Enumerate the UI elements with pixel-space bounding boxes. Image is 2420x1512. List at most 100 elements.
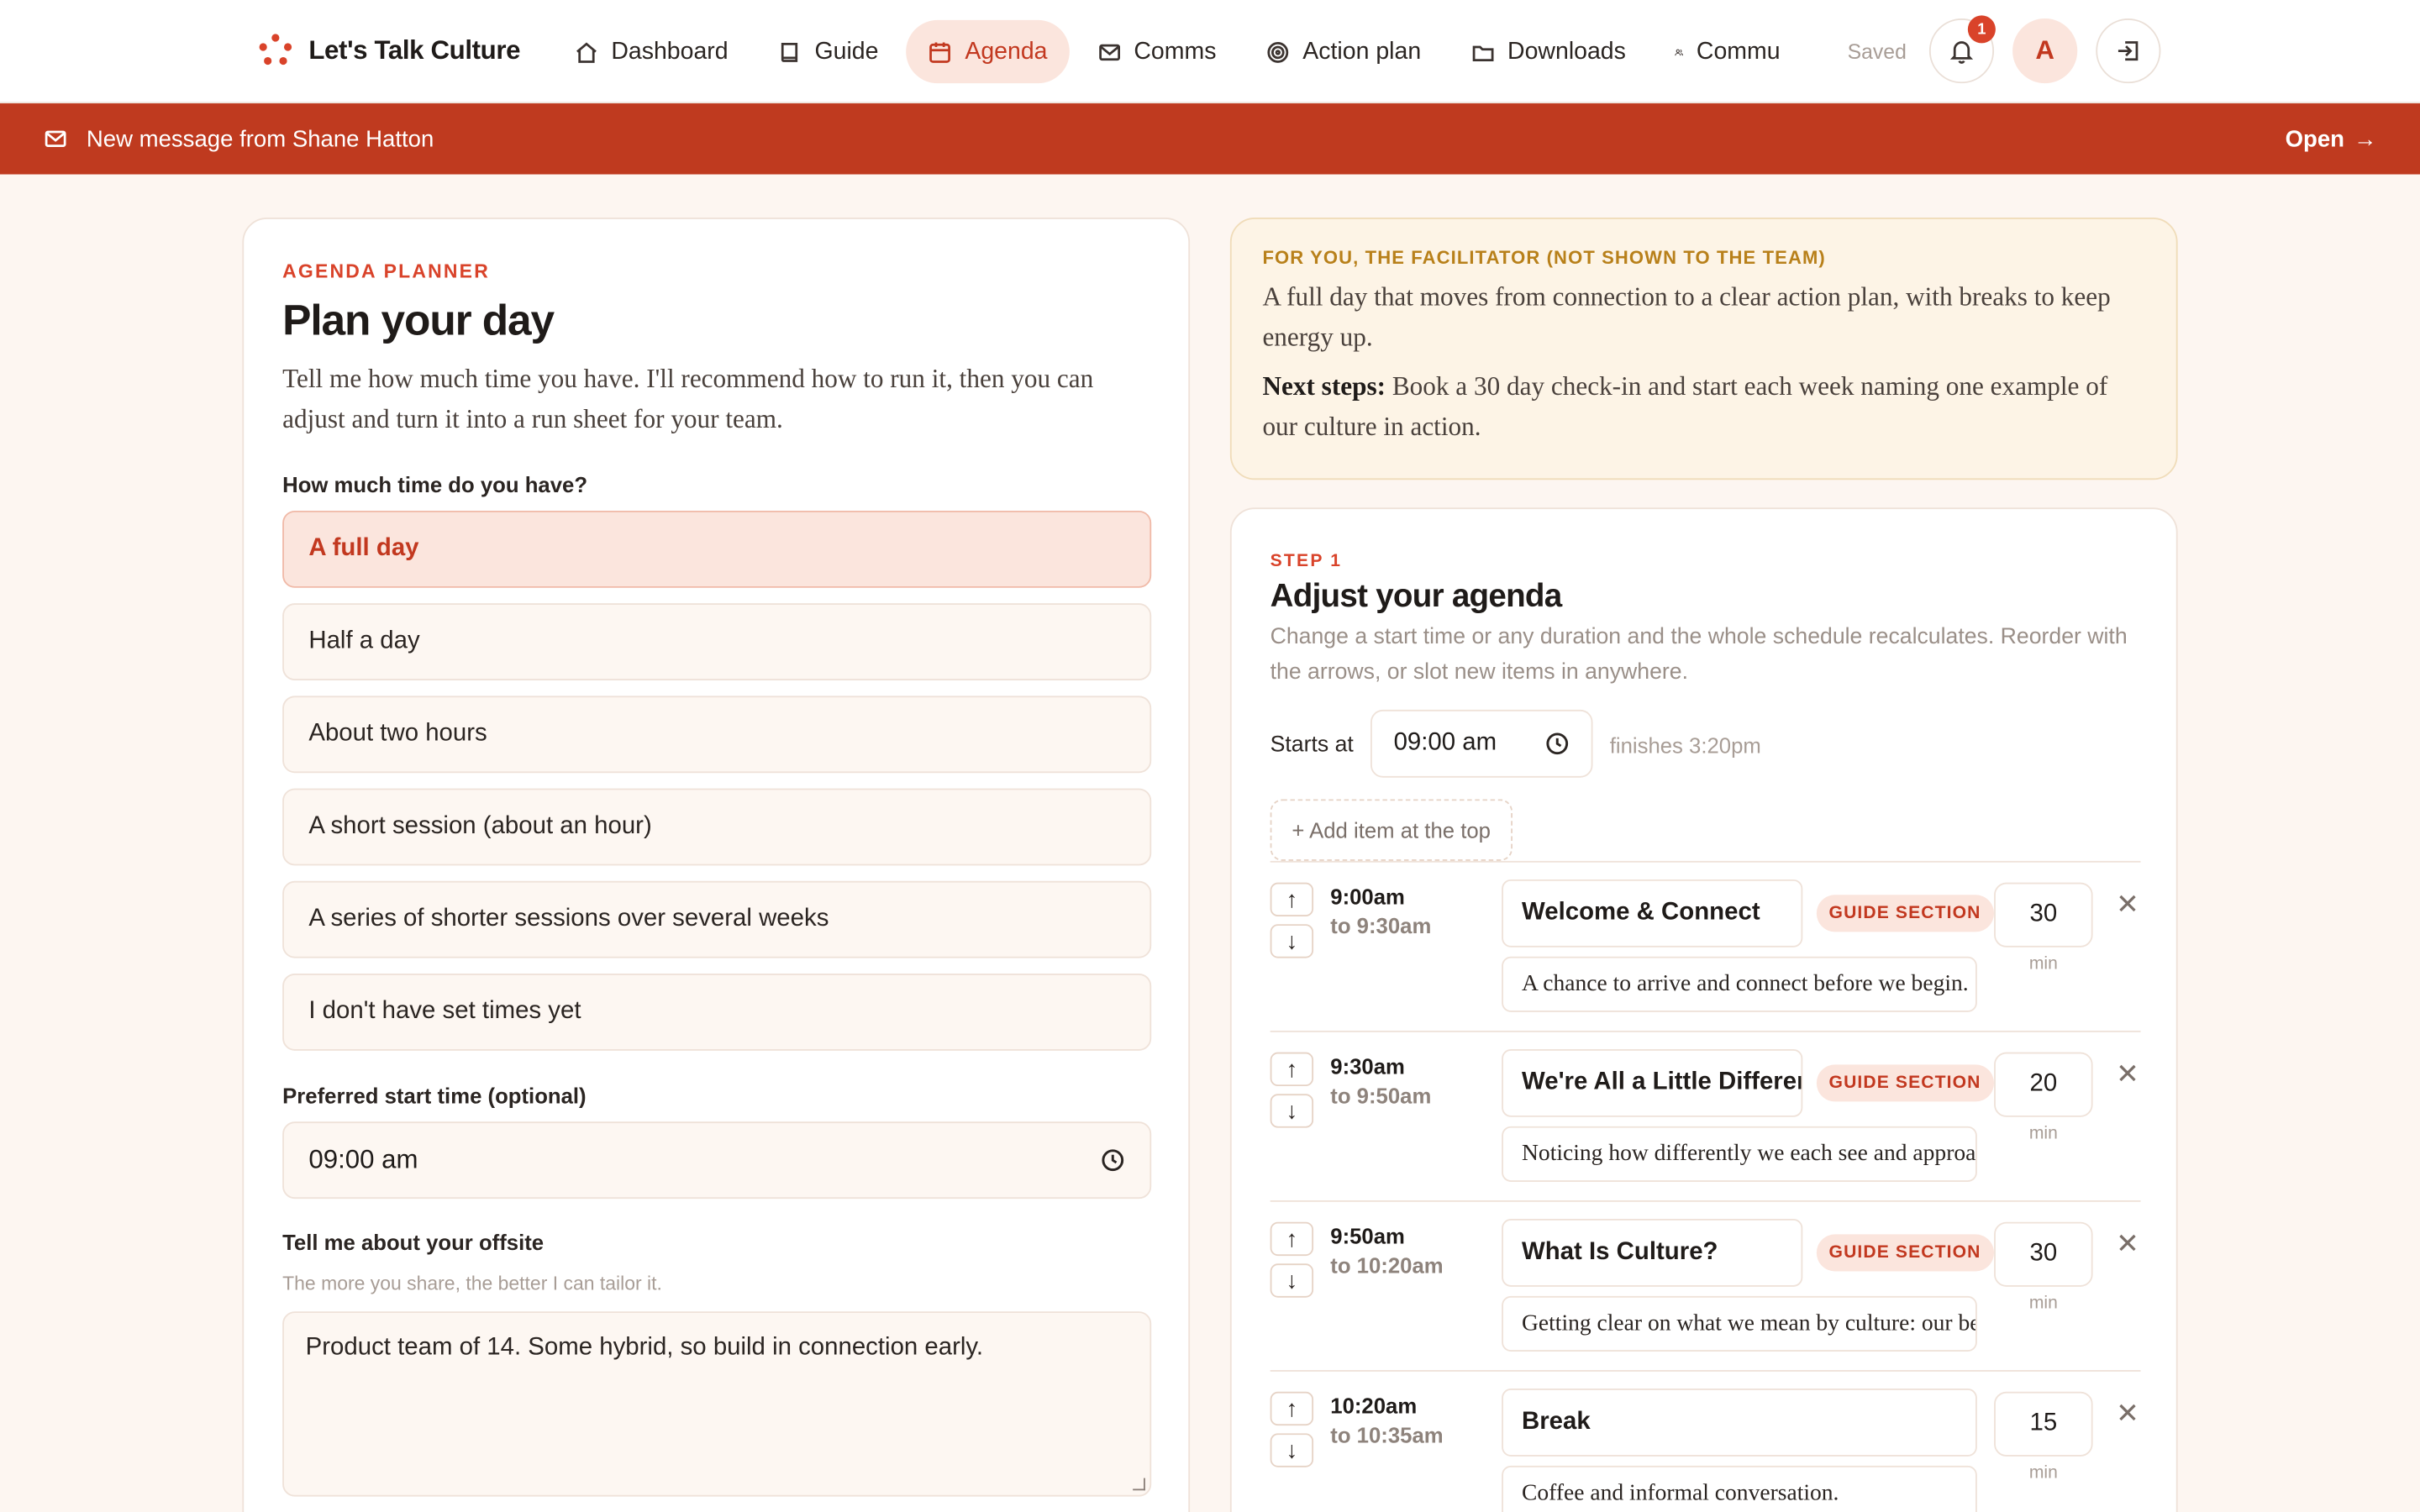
move-up-button[interactable]: ↑: [1270, 1391, 1314, 1426]
nav-label: Guide: [814, 38, 879, 65]
offsite-label: Tell me about your offsite: [282, 1229, 544, 1255]
agenda-item: ↑ ↓ 10:20am to 10:35am Break Coffee and …: [1270, 1389, 2141, 1512]
arrow-right-icon: →: [2354, 125, 2377, 152]
time-option-no-set-times[interactable]: I don't have set times yet: [282, 973, 1152, 1051]
starts-at-label: Starts at: [1270, 732, 1354, 758]
duration-unit: min: [2028, 1464, 2058, 1483]
offsite-textarea[interactable]: Product team of 14. Some hybrid, so buil…: [282, 1311, 1152, 1497]
remove-item-button[interactable]: ✕: [2116, 1398, 2139, 1431]
time-option-half-day[interactable]: Half a day: [282, 603, 1152, 681]
open-label: Open: [2285, 125, 2345, 152]
page-title: Plan your day: [282, 296, 555, 344]
item-title-input[interactable]: What Is Culture?: [1502, 1219, 1803, 1287]
divider: [1270, 1030, 2141, 1032]
guide-section-badge: GUIDE SECTION: [1816, 1234, 1994, 1272]
item-description-input[interactable]: Getting clear on what we mean by culture…: [1502, 1295, 1977, 1352]
nav-label: Downloads: [1507, 38, 1626, 65]
remove-item-button[interactable]: ✕: [2116, 889, 2139, 921]
banner-message: New message from Shane Hatton: [86, 125, 434, 152]
offsite-hint: The more you share, the better I can tai…: [282, 1273, 662, 1295]
adjust-agenda-card: STEP 1 Adjust your agenda Change a start…: [1229, 507, 2178, 1512]
item-description-input[interactable]: A chance to arrive and connect before we…: [1502, 956, 1977, 1012]
top-nav: Let's Talk Culture Dashboard Guide Agend…: [0, 0, 2420, 104]
item-duration-input[interactable]: 20: [1994, 1052, 2093, 1117]
arrow-up-icon: ↑: [1286, 1226, 1298, 1252]
nav-comms[interactable]: Comms: [1076, 20, 1239, 83]
item-duration-input[interactable]: 15: [1994, 1391, 2093, 1457]
move-down-button[interactable]: ↓: [1270, 924, 1314, 958]
facilitator-summary: A full day that moves from connection to…: [1262, 282, 2111, 352]
item-duration-input[interactable]: 30: [1994, 882, 2093, 948]
divider: [1270, 860, 2141, 863]
duration-unit: min: [2028, 1124, 2058, 1144]
item-end-time: to 10:35am: [1330, 1422, 1444, 1447]
item-title-input[interactable]: Break: [1502, 1389, 1977, 1457]
item-description-input[interactable]: Noticing how differently we each see and…: [1502, 1126, 1977, 1182]
resize-handle-icon[interactable]: [1133, 1478, 1145, 1491]
nav-label: Action plan: [1302, 38, 1422, 65]
move-down-button[interactable]: ↓: [1270, 1263, 1314, 1298]
move-up-button[interactable]: ↑: [1270, 1221, 1314, 1257]
move-up-button[interactable]: ↑: [1270, 882, 1314, 917]
agenda-item: ↑ ↓ 9:00am to 9:30am Welcome & Connect G…: [1270, 879, 2141, 1049]
duration-unit: min: [2028, 1294, 2058, 1314]
item-title-input[interactable]: Welcome & Connect: [1502, 879, 1803, 948]
facilitator-eyebrow: FOR YOU, THE FACILITATOR (NOT SHOWN TO T…: [1262, 246, 1826, 269]
divider: [1270, 1200, 2141, 1202]
step-eyebrow: STEP 1: [1270, 552, 1343, 571]
item-end-time: to 10:20am: [1330, 1252, 1444, 1278]
bell-icon: [1949, 41, 1974, 64]
app-title: Let's Talk Culture: [308, 35, 521, 66]
notification-count-badge: 1: [1967, 15, 1996, 44]
nav-label: Dashboard: [611, 38, 729, 65]
facilitator-note: FOR YOU, THE FACILITATOR (NOT SHOWN TO T…: [1229, 217, 2178, 480]
logout-button[interactable]: [2096, 18, 2161, 84]
nav-dashboard[interactable]: Dashboard: [553, 20, 750, 83]
arrow-down-icon: ↓: [1286, 927, 1298, 955]
item-description-input[interactable]: Coffee and informal conversation.: [1502, 1465, 1977, 1512]
notifications-button[interactable]: 1: [1928, 15, 1996, 84]
nav-label: Agenda: [965, 38, 1048, 65]
nav-action-plan[interactable]: Action plan: [1244, 20, 1442, 83]
divider: [1270, 1370, 2141, 1372]
agenda-item: ↑ ↓ 9:30am to 9:50am We're All a Little …: [1270, 1048, 2141, 1219]
item-start-time: 9:30am: [1330, 1053, 1405, 1079]
move-down-button[interactable]: ↓: [1270, 1433, 1314, 1467]
time-option-series[interactable]: A series of shorter sessions over severa…: [282, 880, 1152, 958]
nav-agenda[interactable]: Agenda: [906, 19, 1070, 84]
starts-at-input[interactable]: 09:00 am: [1370, 709, 1593, 778]
user-avatar[interactable]: A: [2012, 18, 2078, 84]
start-time-input[interactable]: 09:00 am: [282, 1121, 1152, 1200]
remove-item-button[interactable]: ✕: [2116, 1228, 2139, 1261]
time-question-label: How much time do you have?: [282, 472, 588, 497]
nav-community[interactable]: Commu: [1654, 20, 1802, 83]
item-title-input[interactable]: We're All a Little Different: [1502, 1048, 1803, 1117]
arrow-up-icon: ↑: [1286, 1395, 1298, 1422]
time-option-short-session[interactable]: A short session (about an hour): [282, 788, 1152, 866]
guide-section-badge: GUIDE SECTION: [1816, 895, 1994, 932]
move-down-button[interactable]: ↓: [1270, 1094, 1314, 1128]
time-option-two-hours[interactable]: About two hours: [282, 696, 1152, 774]
logo-dots-icon: [259, 34, 293, 67]
main-nav: Dashboard Guide Agenda Comms Action plan…: [553, 19, 1802, 84]
add-item-top-button[interactable]: + Add item at the top: [1270, 799, 1512, 861]
offsite-value: Product team of 14. Some hybrid, so buil…: [305, 1334, 984, 1362]
arrow-down-icon: ↓: [1286, 1097, 1298, 1125]
item-start-time: 10:20am: [1330, 1393, 1418, 1418]
nav-guide[interactable]: Guide: [756, 20, 901, 83]
item-start-time: 9:00am: [1330, 884, 1405, 909]
nav-downloads[interactable]: Downloads: [1449, 20, 1647, 83]
logout-icon: [2118, 41, 2139, 61]
banner-open-link[interactable]: Open →: [2286, 126, 2377, 152]
duration-unit: min: [2028, 954, 2058, 974]
arrow-down-icon: ↓: [1286, 1267, 1298, 1294]
next-steps-label: Next steps:: [1262, 371, 1386, 402]
time-option-full-day[interactable]: A full day: [282, 510, 1152, 588]
facilitator-next-steps: Next steps: Book a 30 day check-in and s…: [1262, 367, 2145, 448]
move-up-button[interactable]: ↑: [1270, 1052, 1314, 1087]
mail-icon: [1098, 43, 1120, 60]
remove-item-button[interactable]: ✕: [2116, 1058, 2139, 1091]
app-logo[interactable]: Let's Talk Culture: [259, 34, 521, 67]
message-banner: New message from Shane Hatton Open →: [0, 103, 2420, 175]
item-duration-input[interactable]: 30: [1994, 1221, 2093, 1287]
